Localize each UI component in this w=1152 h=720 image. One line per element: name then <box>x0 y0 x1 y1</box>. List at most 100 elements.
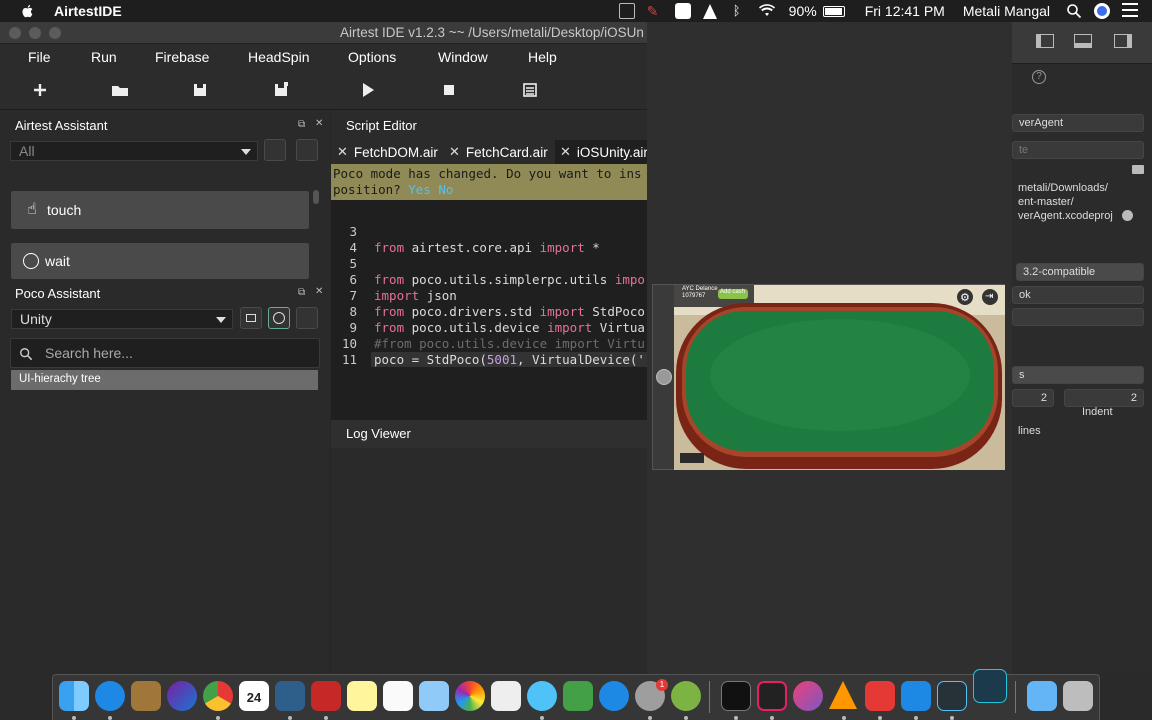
menu-user-name[interactable]: Metali Mangal <box>963 3 1050 19</box>
screenshot-tool-icon[interactable] <box>618 3 635 19</box>
reveal-arrow-icon[interactable] <box>1122 210 1133 221</box>
xcode-icon[interactable] <box>901 681 931 711</box>
poco-assistant-float-icon[interactable]: ⧉ <box>298 287 305 298</box>
airtest-icon[interactable] <box>671 681 701 711</box>
intellij-icon[interactable] <box>757 681 787 711</box>
mysql-workbench-icon[interactable] <box>275 681 305 711</box>
notification-center-icon[interactable] <box>1122 3 1138 19</box>
spotlight-search-icon[interactable] <box>1066 3 1082 19</box>
preview-icon[interactable] <box>419 681 449 711</box>
battery-percent[interactable]: 90% <box>789 3 817 19</box>
lock-status-icon[interactable] <box>674 3 691 19</box>
close-tab-icon[interactable]: ✕ <box>337 144 348 160</box>
layout-left-icon[interactable] <box>1036 34 1054 48</box>
menu-help[interactable]: Help <box>528 49 557 65</box>
stickies-icon[interactable] <box>347 681 377 711</box>
app-store-icon[interactable] <box>599 681 629 711</box>
action-touch[interactable]: ☝ touch <box>11 191 309 229</box>
close-tab-icon[interactable]: ✕ <box>560 144 571 160</box>
tab-fetchcard[interactable]: ✕ FetchCard.air <box>449 140 548 164</box>
device-home-button[interactable] <box>656 369 672 385</box>
reminders-icon[interactable] <box>383 681 413 711</box>
photos-icon[interactable] <box>455 681 485 711</box>
fortinet-icon[interactable] <box>311 681 341 711</box>
airtest-assistant-close-icon[interactable]: ✕ <box>315 118 323 129</box>
safari-icon[interactable] <box>95 681 125 711</box>
layout-bottom-icon[interactable] <box>1074 34 1092 48</box>
tab-iosunity[interactable]: ✕ iOSUnity.air <box>555 140 648 164</box>
notes-box-icon[interactable] <box>131 681 161 711</box>
active-app-name[interactable]: AirtestIDE <box>54 3 122 19</box>
battery-icon[interactable] <box>822 5 845 17</box>
airtest-assistant-float-icon[interactable]: ⧉ <box>298 119 305 130</box>
game-exit-icon[interactable]: ⇥ <box>985 291 993 302</box>
red-app-icon[interactable]: ✎ <box>647 3 663 19</box>
action-wait[interactable]: wait <box>11 243 309 279</box>
anydesk-icon[interactable] <box>865 681 895 711</box>
finder-icon[interactable] <box>59 681 89 711</box>
compatibility-select[interactable]: 3.2-compatible <box>1016 263 1144 281</box>
menu-file[interactable]: File <box>28 49 51 65</box>
menu-run[interactable]: Run <box>91 49 117 65</box>
device-mirror-screen[interactable]: AYC Delance 1079767 Add cash ⚙ ⇥ <box>674 285 1005 470</box>
facetime-icon[interactable] <box>563 681 593 711</box>
poco-search-box[interactable]: Search here... <box>10 338 320 368</box>
vlc-icon[interactable] <box>702 3 717 19</box>
trash-icon[interactable] <box>1063 681 1093 711</box>
layout-right-icon[interactable] <box>1114 34 1132 48</box>
setting-field-b[interactable] <box>1012 308 1144 326</box>
wifi-icon[interactable] <box>757 3 777 19</box>
apple-icon[interactable] <box>20 3 36 19</box>
code-area[interactable]: 3 4 5 6 7 8 9 10 11 from airtest.core.ap… <box>331 202 650 440</box>
vscode-insiders-icon[interactable] <box>973 669 1007 703</box>
new-file-icon[interactable] <box>30 80 50 100</box>
menu-clock[interactable]: Fri 12:41 PM <box>865 3 945 19</box>
vscode-icon[interactable] <box>937 681 967 711</box>
stop-icon[interactable] <box>439 80 459 100</box>
airtest-list-scrollbar[interactable] <box>313 190 319 204</box>
notice-yes-link[interactable]: Yes <box>408 182 431 197</box>
lock-ui-button[interactable] <box>240 307 262 329</box>
add-cash-button[interactable]: Add cash <box>720 289 745 295</box>
minimize-window-button[interactable] <box>29 27 41 39</box>
itunes-icon[interactable] <box>793 681 823 711</box>
messages-icon[interactable] <box>527 681 557 711</box>
terminal-icon[interactable] <box>721 681 751 711</box>
calendar-icon[interactable]: 24 <box>239 681 269 711</box>
save-as-icon[interactable] <box>271 80 291 100</box>
airtest-filter-dropdown[interactable]: All <box>10 141 258 161</box>
menu-firebase[interactable]: Firebase <box>155 49 209 65</box>
run-icon[interactable] <box>358 80 378 100</box>
bluetooth-icon[interactable]: ᛒ <box>729 3 745 19</box>
ui-hierarchy-tree-root[interactable]: UI-hierachy tree <box>11 370 318 390</box>
notice-no-link[interactable]: No <box>438 182 453 197</box>
close-window-button[interactable] <box>9 27 21 39</box>
indent-width-stepper[interactable]: 2 <box>1064 389 1144 407</box>
game-settings-icon[interactable]: ⚙ <box>960 291 970 304</box>
siri-icon[interactable] <box>167 681 197 711</box>
target-name-field[interactable]: verAgent <box>1012 114 1144 132</box>
menu-window[interactable]: Window <box>438 49 488 65</box>
folder-icon[interactable] <box>1132 165 1144 174</box>
tab-fetchdom[interactable]: ✕ FetchDOM.air <box>337 140 438 164</box>
project-path-line3[interactable]: verAgent.xcodeproj <box>1018 210 1113 222</box>
help-icon[interactable]: ? <box>1032 70 1046 84</box>
auto-record-button[interactable] <box>296 139 318 161</box>
menu-headspin[interactable]: HeadSpin <box>248 49 310 65</box>
chrome-icon[interactable] <box>203 681 233 711</box>
setting-field-a[interactable]: ok <box>1012 286 1144 304</box>
textedit-icon[interactable] <box>491 681 521 711</box>
zoom-window-button[interactable] <box>49 27 61 39</box>
vlc-dock-icon[interactable] <box>829 681 857 709</box>
open-folder-icon[interactable] <box>110 80 130 100</box>
poco-record-button[interactable] <box>296 307 318 329</box>
poco-assistant-close-icon[interactable]: ✕ <box>315 286 323 297</box>
report-icon[interactable] <box>520 80 540 100</box>
tab-width-stepper[interactable]: 2 <box>1012 389 1054 407</box>
indent-using-select[interactable]: s <box>1012 366 1144 384</box>
downloads-folder-icon[interactable] <box>1027 681 1057 711</box>
record-screen-button[interactable] <box>264 139 286 161</box>
refresh-tree-button[interactable] <box>268 307 290 329</box>
user-avatar-icon[interactable] <box>1094 3 1110 19</box>
poco-mode-dropdown[interactable]: Unity <box>11 309 233 329</box>
